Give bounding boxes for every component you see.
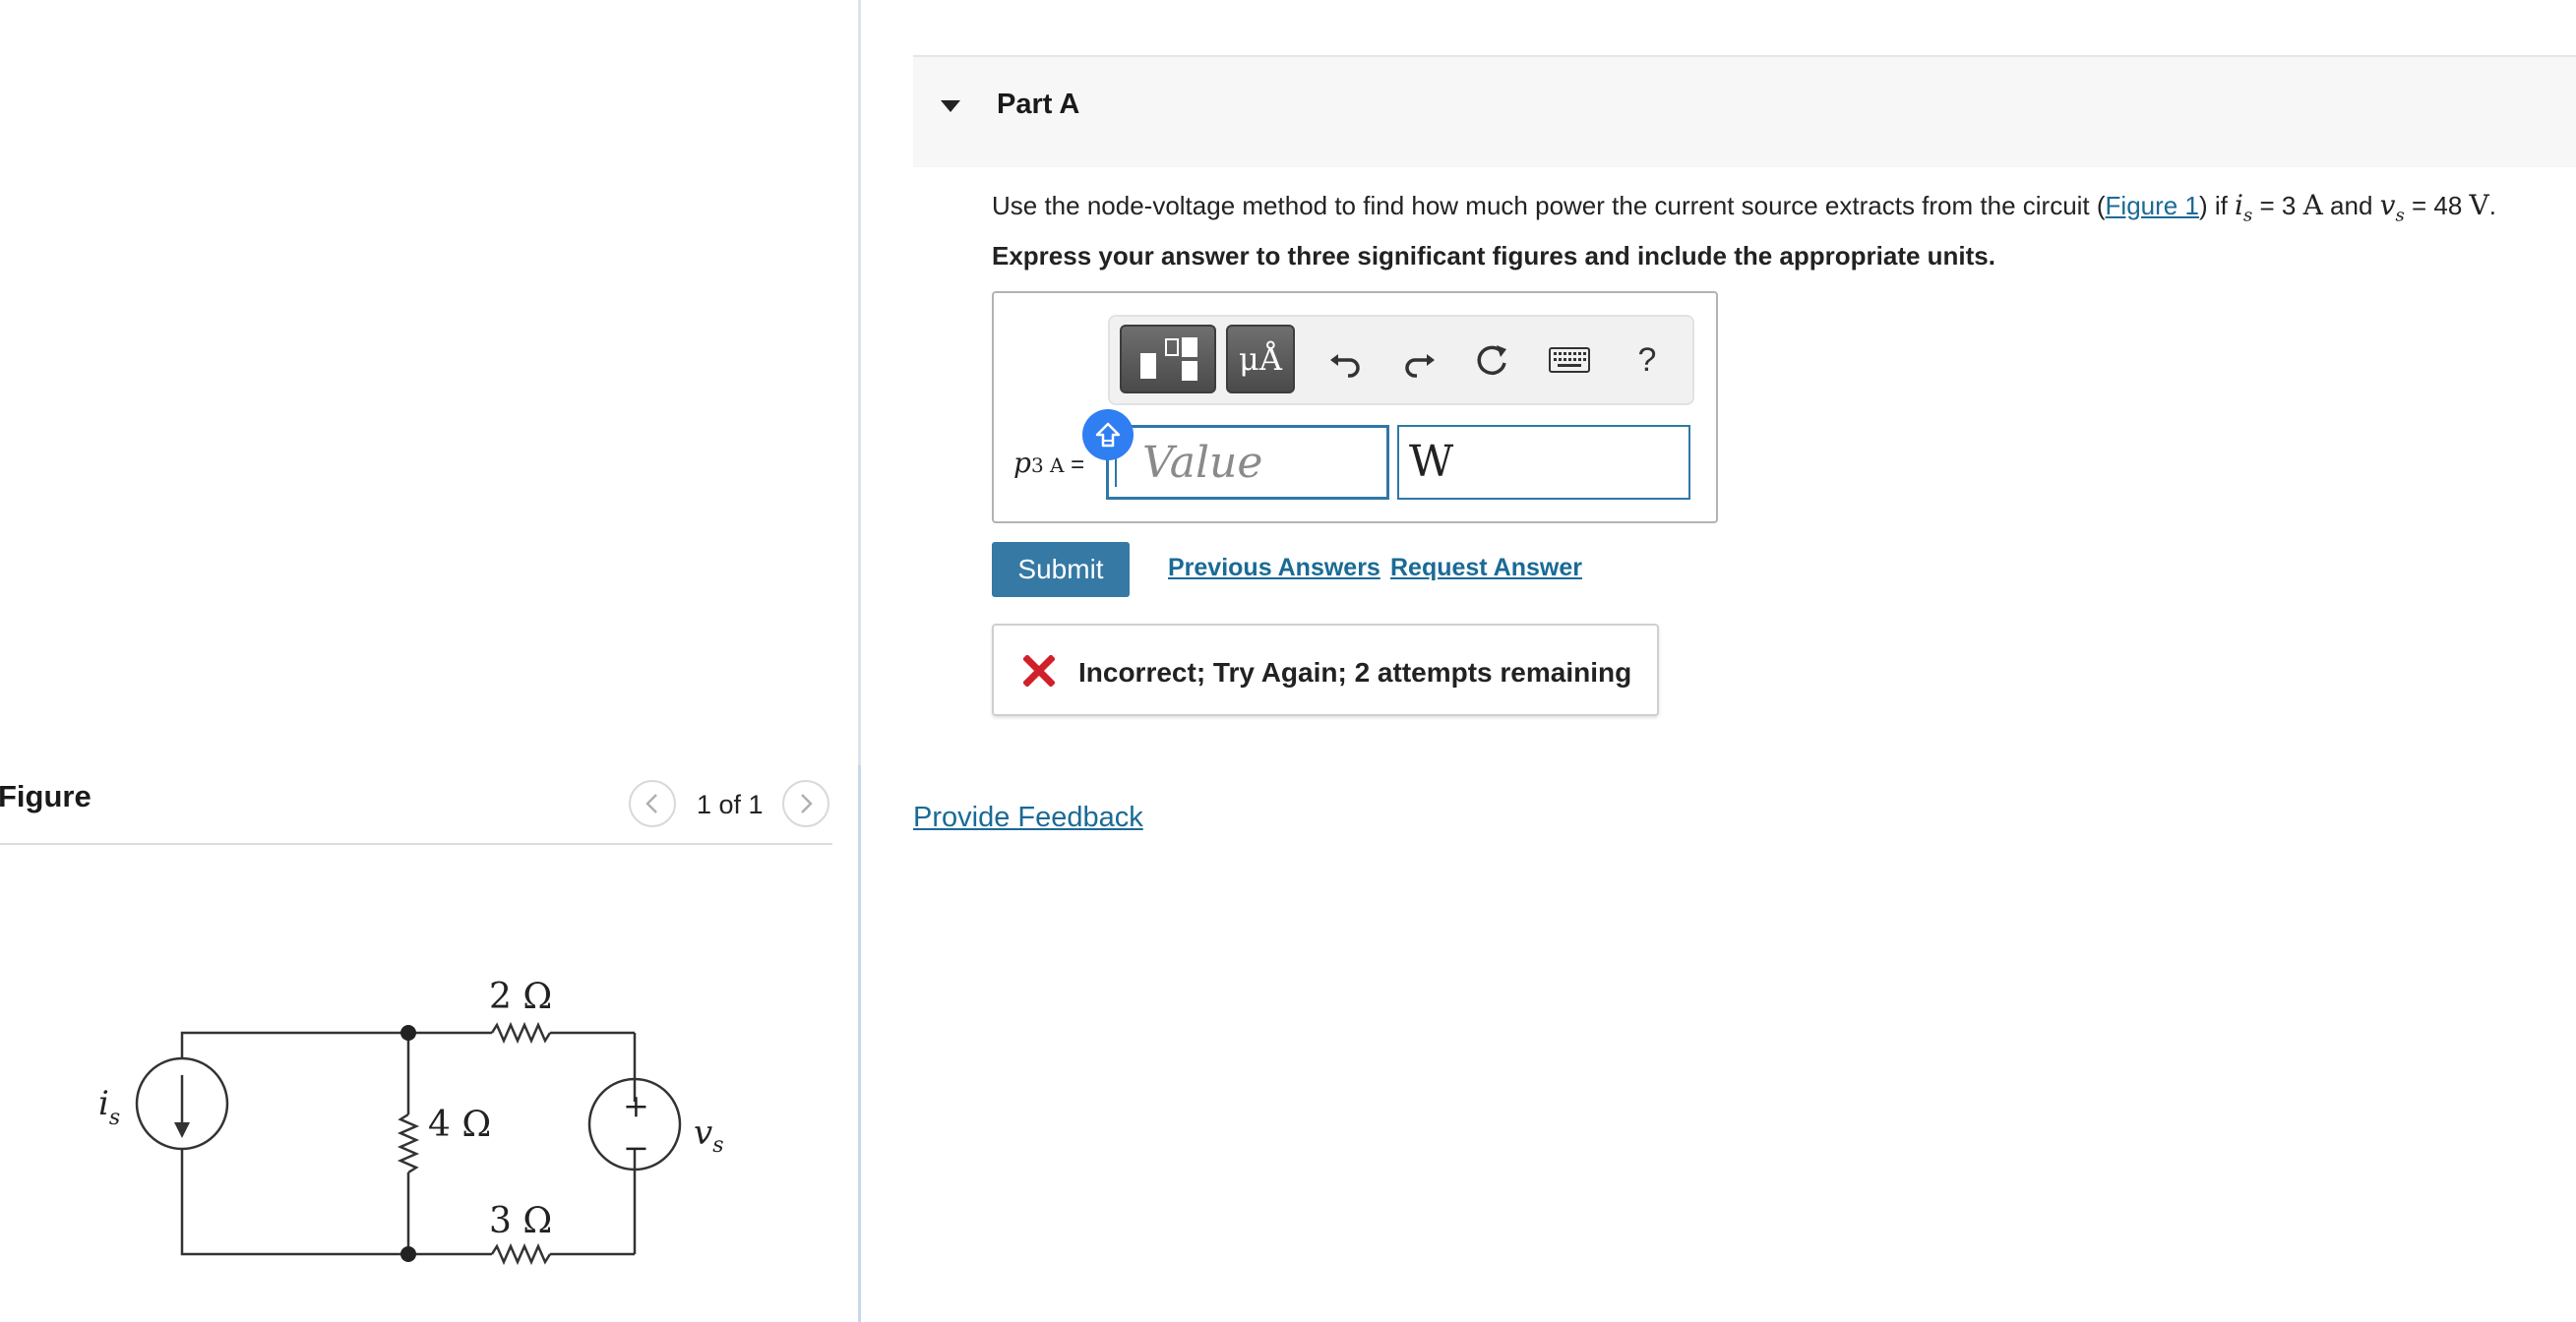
provide-feedback-link[interactable]: Provide Feedback [913,802,1143,834]
voltage-source-sub: s [712,1133,723,1158]
figure-pager-text: 1 of 1 [697,790,764,819]
redo-icon [1405,354,1435,378]
math-toolbar: μÅ ? [1108,315,1694,405]
units-button[interactable]: μÅ [1226,325,1295,393]
resistor-3-ohm-label: 3 Ω [489,1201,552,1241]
units-input[interactable]: W [1397,425,1690,500]
redo-button[interactable] [1389,330,1448,390]
shift-icon [1095,422,1121,448]
answer-instruction: Express your answer to three significant… [992,241,1995,270]
figure-panel: Figure 1 of 1 is 2 Ω 4 Ω 3 Ω + − vs [0,0,858,1322]
feedback-text: Incorrect; Try Again; 2 attempts remaini… [1078,657,1632,688]
previous-answers-link[interactable]: Previous Answers [1168,554,1380,582]
undo-button[interactable] [1317,330,1376,390]
next-figure-button[interactable] [782,780,829,827]
svg-text:is: is [98,1084,120,1130]
resistor-2-ohm-label: 2 Ω [489,977,552,1017]
keyboard-button[interactable] [1535,330,1604,390]
submit-button[interactable]: Submit [992,542,1130,597]
pane-divider-handle[interactable] [858,765,861,1322]
question-text: Use the node-voltage method to find how … [992,189,2496,226]
chevron-left-icon [645,794,657,813]
current-source-label: i [98,1084,109,1123]
figure-title: Figure [0,779,92,813]
figure-link[interactable]: Figure 1 [2106,191,2199,220]
plus-sign: + [623,1087,649,1124]
request-answer-link[interactable]: Request Answer [1390,554,1582,582]
units-value: W [1409,437,1454,487]
svg-text:vs: vs [694,1113,724,1158]
reset-button[interactable] [1462,330,1521,390]
templates-icon [1140,337,1197,381]
part-a-header[interactable]: Part A [913,55,2576,167]
help-button[interactable]: ? [1618,330,1677,390]
resistor-4-ohm-label: 4 Ω [428,1105,491,1145]
voltage-source-label: v [694,1113,712,1153]
feedback-message: Incorrect; Try Again; 2 attempts remaini… [992,624,1659,716]
undo-icon [1330,354,1360,378]
templates-button[interactable] [1120,325,1216,393]
part-title: Part A [997,89,1080,120]
minus-sign: − [623,1129,649,1167]
reset-icon [1477,345,1506,376]
incorrect-x-icon [1023,655,1055,687]
keyboard-icon [1549,347,1590,373]
circuit-diagram: is 2 Ω 4 Ω 3 Ω + − vs [98,977,724,1266]
previous-figure-button[interactable] [629,780,676,827]
caret-down-icon [941,100,960,112]
value-input[interactable]: Value [1106,425,1389,500]
answer-label: p3 A = [1013,447,1085,479]
figure-divider [0,843,832,845]
shift-button[interactable] [1082,409,1134,460]
answer-box: μÅ ? p3 A = Value W [992,291,1718,523]
chevron-right-icon [801,794,813,813]
current-source-sub: s [109,1106,120,1130]
value-placeholder: Value [1142,438,1263,488]
